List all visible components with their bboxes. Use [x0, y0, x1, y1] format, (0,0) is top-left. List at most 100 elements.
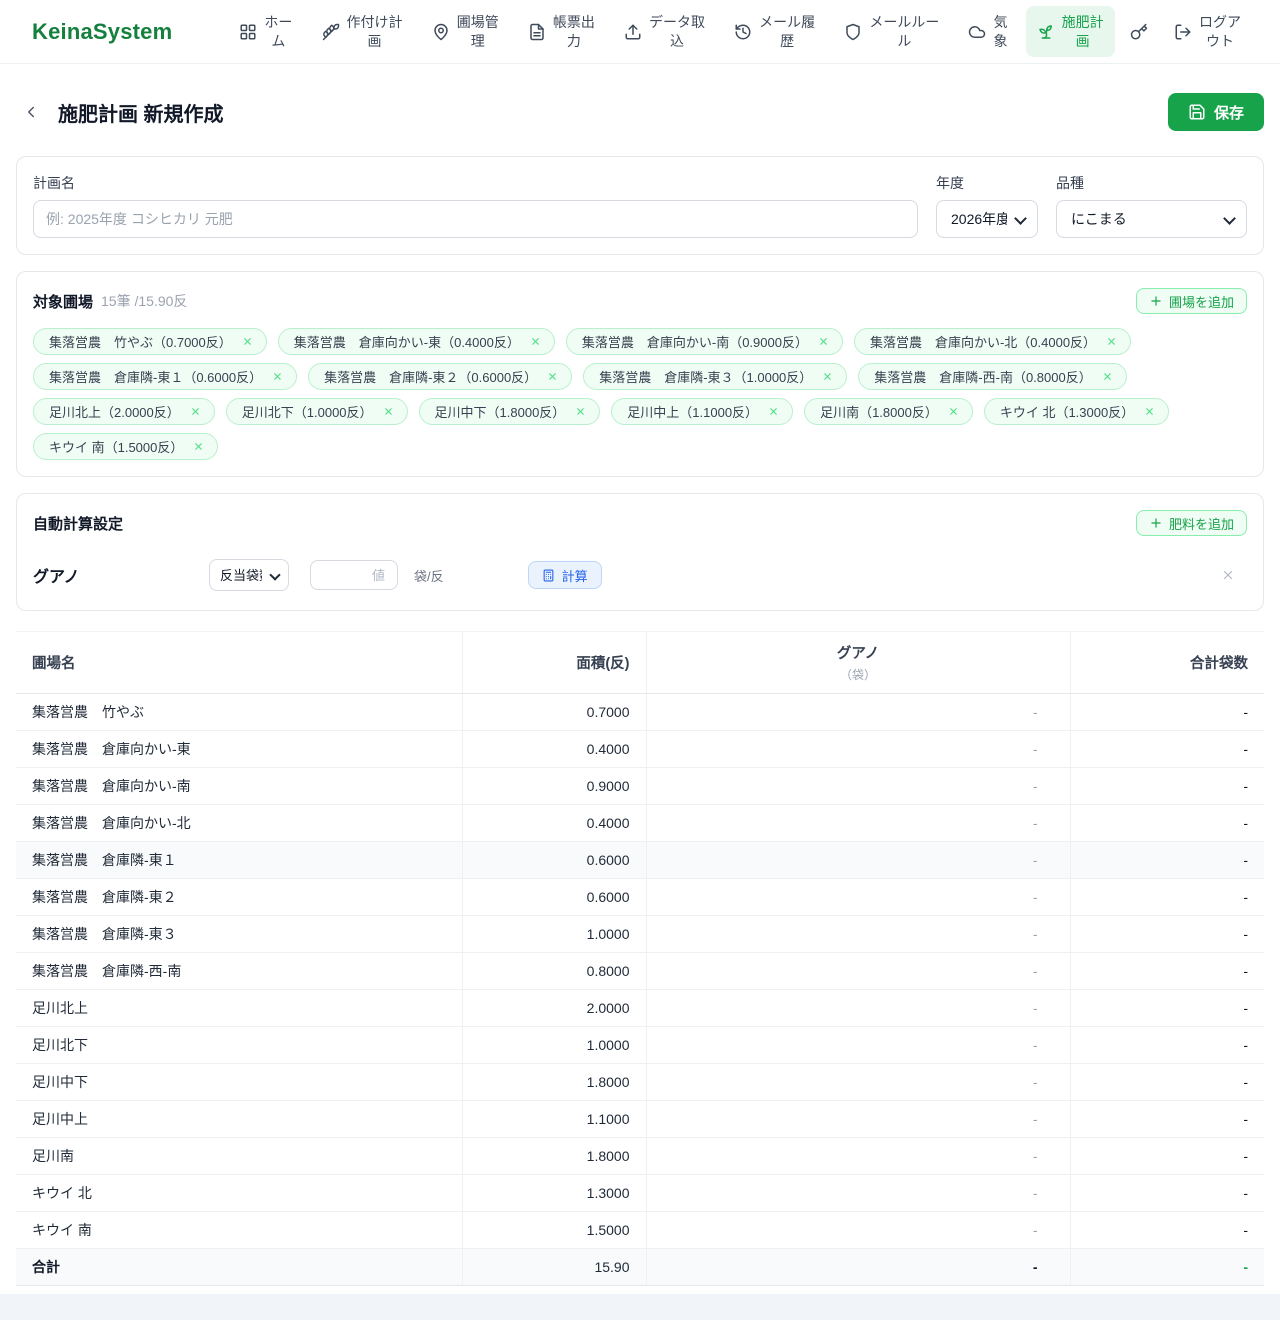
nav-item-label: データ取 込: [649, 13, 705, 49]
field-tag-label: 足川中下（1.8000反）: [435, 402, 566, 421]
total-bags-cell: -: [1070, 1138, 1264, 1175]
calculate-button[interactable]: 計算: [528, 561, 602, 589]
remove-tag-icon[interactable]: [1106, 336, 1117, 347]
save-button[interactable]: 保存: [1168, 93, 1264, 131]
table-row: 集落営農 竹やぶ0.7000--: [16, 694, 1264, 731]
field-tag-label: キウイ 北（1.3000反）: [1000, 402, 1134, 421]
cloud-icon: [968, 23, 986, 41]
table-row: 集落営農 倉庫隣-東３1.0000--: [16, 916, 1264, 953]
table-row: 集落営農 倉庫隣-西-南0.8000--: [16, 953, 1264, 990]
field-tag[interactable]: 集落営農 倉庫隣-西-南（0.8000反）: [858, 363, 1126, 390]
field-tag-label: 足川中上（1.1000反）: [627, 402, 758, 421]
calc-value-input[interactable]: [310, 560, 398, 590]
nav-item-field-management[interactable]: 圃場管 理: [421, 6, 510, 56]
remove-tag-icon[interactable]: [768, 406, 779, 417]
area-cell: 0.6000: [462, 879, 646, 916]
logout-icon: [1174, 23, 1192, 41]
remove-tag-icon[interactable]: [530, 336, 541, 347]
field-name-cell: 集落営農 竹やぶ: [16, 694, 462, 731]
add-fertilizer-button[interactable]: 肥料を追加: [1136, 510, 1247, 536]
nav-item-label: 気 象: [993, 13, 1007, 49]
remove-tag-icon[interactable]: [822, 371, 833, 382]
field-tag-label: 集落営農 倉庫隣-東３（1.0000反）: [599, 367, 812, 386]
remove-tag-icon[interactable]: [575, 406, 586, 417]
back-button[interactable]: [16, 97, 46, 127]
field-tag[interactable]: 集落営農 倉庫隣-東１（0.6000反）: [33, 363, 297, 390]
remove-tag-icon[interactable]: [948, 406, 959, 417]
year-select[interactable]: 2026年度: [936, 200, 1038, 238]
remove-tag-icon[interactable]: [1102, 371, 1113, 382]
table-row: 集落営農 倉庫隣-東２0.6000--: [16, 879, 1264, 916]
add-field-button-label: 圃場を追加: [1169, 292, 1234, 311]
table-row: 足川北下1.0000--: [16, 1027, 1264, 1064]
shield-icon: [844, 23, 862, 41]
nav-item-mail-rules[interactable]: メールルー ル: [833, 6, 950, 56]
remove-tag-icon[interactable]: [547, 371, 558, 382]
field-tag[interactable]: 足川中下（1.8000反）: [419, 398, 601, 425]
nav-item-planting-plan[interactable]: 作付け計 画: [311, 6, 414, 56]
field-tag[interactable]: キウイ 北（1.3000反）: [984, 398, 1169, 425]
total-bags-cell: -: [1070, 694, 1264, 731]
add-field-button[interactable]: 圃場を追加: [1136, 288, 1247, 314]
area-cell: 0.7000: [462, 694, 646, 731]
variety-select[interactable]: にこまる: [1056, 200, 1247, 238]
nav-item-fertilization-plan[interactable]: 施肥計 画: [1026, 6, 1115, 56]
remove-tag-icon[interactable]: [383, 406, 394, 417]
field-name-cell: 集落営農 倉庫向かい-北: [16, 805, 462, 842]
area-cell: 1.5000: [462, 1212, 646, 1249]
target-fields-title: 対象圃場: [33, 291, 93, 312]
field-tag[interactable]: 足川中上（1.1000反）: [611, 398, 793, 425]
field-tag[interactable]: キウイ 南（1.5000反）: [33, 433, 218, 460]
remove-tag-icon[interactable]: [1144, 406, 1155, 417]
total-bags-cell: -: [1070, 879, 1264, 916]
nav-item-api-key[interactable]: [1122, 16, 1156, 48]
plan-name-input[interactable]: [33, 200, 918, 238]
remove-tag-icon[interactable]: [193, 441, 204, 452]
table-row: キウイ 南1.5000--: [16, 1212, 1264, 1249]
nav-item-data-import[interactable]: データ取 込: [613, 6, 716, 56]
col-header-area: 面積(反): [462, 632, 646, 694]
key-icon: [1130, 23, 1148, 41]
fertilizer-name: グアノ: [33, 563, 209, 587]
top-nav: KeinaSystem ホー ム 作付け計 画 圃場管 理 帳票出 力 データ取…: [0, 0, 1280, 64]
remove-fertilizer-button[interactable]: [1219, 566, 1237, 584]
field-tag[interactable]: 集落営農 倉庫隣-東２（0.6000反）: [308, 363, 572, 390]
area-cell: 1.0000: [462, 1027, 646, 1064]
calc-mode-select[interactable]: 反当袋数: [209, 559, 289, 591]
field-tag[interactable]: 集落営農 竹やぶ（0.7000反）: [33, 328, 267, 355]
nav-item-home[interactable]: ホー ム: [228, 6, 303, 56]
field-tag[interactable]: 集落営農 倉庫向かい-東（0.4000反）: [278, 328, 555, 355]
nav-item-report-output[interactable]: 帳票出 力: [517, 6, 606, 56]
page-bottom-strip: [0, 1294, 1280, 1320]
col-header-fertilizer-name: グアノ: [837, 646, 879, 662]
guano-cell: -: [646, 1212, 1070, 1249]
remove-tag-icon[interactable]: [272, 371, 283, 382]
field-name-cell: 集落営農 倉庫隣-東２: [16, 879, 462, 916]
field-tag[interactable]: 足川北下（1.0000反）: [226, 398, 408, 425]
area-cell: 15.90: [462, 1249, 646, 1286]
nav-item-weather[interactable]: 気 象: [957, 6, 1018, 56]
field-tag[interactable]: 足川南（1.8000反）: [804, 398, 973, 425]
area-cell: 0.4000: [462, 731, 646, 768]
field-tag[interactable]: 集落営農 倉庫隣-東３（1.0000反）: [583, 363, 847, 390]
remove-tag-icon[interactable]: [818, 336, 829, 347]
remove-tag-icon[interactable]: [190, 406, 201, 417]
guano-cell: -: [646, 731, 1070, 768]
nav-item-label: 施肥計 画: [1062, 13, 1104, 49]
field-tag[interactable]: 集落営農 倉庫向かい-南（0.9000反）: [566, 328, 843, 355]
calc-mode-select-wrap: 反当袋数: [209, 559, 289, 591]
grid-icon: [239, 23, 257, 41]
table-row: 集落営農 倉庫向かい-東0.4000--: [16, 731, 1264, 768]
year-label: 年度: [936, 173, 1038, 193]
field-tag-label: 集落営農 倉庫隣-西-南（0.8000反）: [874, 367, 1091, 386]
brand-logo[interactable]: KeinaSystem: [32, 19, 172, 45]
save-button-label: 保存: [1214, 102, 1244, 123]
field-tag[interactable]: 足川北上（2.0000反）: [33, 398, 215, 425]
nav-item-logout[interactable]: ログア ウト: [1163, 6, 1252, 56]
nav-item-mail-history[interactable]: メール履 歴: [723, 6, 826, 56]
remove-tag-icon[interactable]: [242, 336, 253, 347]
field-tag-label: 集落営農 倉庫隣-東２（0.6000反）: [324, 367, 537, 386]
total-bags-cell: -: [1070, 953, 1264, 990]
field-tag[interactable]: 集落営農 倉庫向かい-北（0.4000反）: [854, 328, 1131, 355]
total-bags-cell: -: [1070, 805, 1264, 842]
